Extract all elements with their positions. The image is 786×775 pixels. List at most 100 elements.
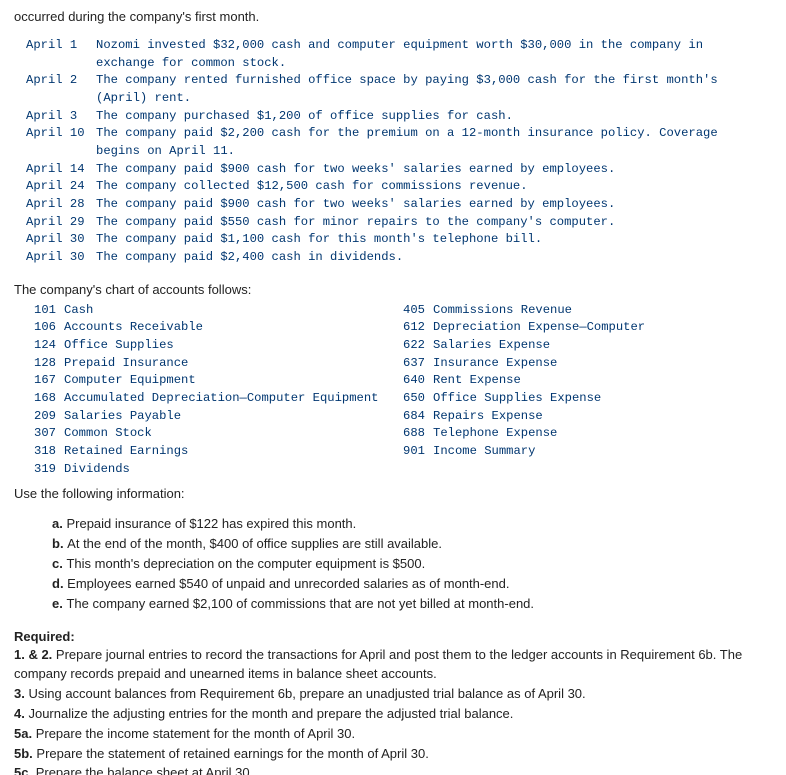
info-text: The company earned $2,100 of commissions… xyxy=(66,596,534,611)
req-text: Journalize the adjusting entries for the… xyxy=(28,706,513,721)
entry-date: April 3 xyxy=(26,108,96,126)
req-text: Prepare journal entries to record the tr… xyxy=(14,647,742,681)
coa-row: 901Income Summary xyxy=(395,443,764,461)
entry-desc: The company paid $900 cash for two weeks… xyxy=(96,196,764,214)
coa-name: Dividends xyxy=(64,461,130,479)
coa-number: 307 xyxy=(26,425,64,443)
req-label: 3. xyxy=(14,686,28,701)
coa-number: 124 xyxy=(26,337,64,355)
req-item: 5a. Prepare the income statement for the… xyxy=(14,725,764,744)
coa-number: 168 xyxy=(26,390,64,408)
info-label: a. xyxy=(52,516,66,531)
entry-row: April 28The company paid $900 cash for t… xyxy=(26,196,764,214)
req-item: 5b. Prepare the statement of retained ea… xyxy=(14,745,764,764)
required-list: 1. & 2. Prepare journal entries to recor… xyxy=(14,646,764,775)
info-label: b. xyxy=(52,536,67,551)
info-text: Prepaid insurance of $122 has expired th… xyxy=(66,516,356,531)
info-item: c. This month's depreciation on the comp… xyxy=(52,555,764,574)
req-label: 5c. xyxy=(14,765,36,775)
entry-date: April 28 xyxy=(26,196,96,214)
required-title: Required: xyxy=(14,628,764,647)
coa-number: 637 xyxy=(395,355,433,373)
entry-row: April 30The company paid $2,400 cash in … xyxy=(26,249,764,267)
coa-name: Prepaid Insurance xyxy=(64,355,188,373)
entry-row: April 14The company paid $900 cash for t… xyxy=(26,161,764,179)
entry-desc: The company rented furnished office spac… xyxy=(96,72,764,107)
coa-name: Accounts Receivable xyxy=(64,319,203,337)
intro-text: occurred during the company's first mont… xyxy=(14,8,764,27)
entry-date: April 30 xyxy=(26,249,96,267)
coa-name: Cash xyxy=(64,302,93,320)
coa-number: 640 xyxy=(395,372,433,390)
coa-number: 612 xyxy=(395,319,433,337)
coa-number: 405 xyxy=(395,302,433,320)
coa-row: 319Dividends xyxy=(26,461,395,479)
coa-row: 405Commissions Revenue xyxy=(395,302,764,320)
coa-name: Commissions Revenue xyxy=(433,302,572,320)
chart-of-accounts: 101Cash106Accounts Receivable124Office S… xyxy=(26,302,764,479)
req-label: 5a. xyxy=(14,726,36,741)
coa-name: Accumulated Depreciation—Computer Equipm… xyxy=(64,390,379,408)
entry-desc: Nozomi invested $32,000 cash and compute… xyxy=(96,37,764,72)
req-item: 4. Journalize the adjusting entries for … xyxy=(14,705,764,724)
coa-row: 209Salaries Payable xyxy=(26,408,395,426)
coa-row: 124Office Supplies xyxy=(26,337,395,355)
entry-row: April 10The company paid $2,200 cash for… xyxy=(26,125,764,160)
coa-title: The company's chart of accounts follows: xyxy=(14,281,764,300)
coa-name: Office Supplies xyxy=(64,337,174,355)
coa-number: 106 xyxy=(26,319,64,337)
entry-desc: The company purchased $1,200 of office s… xyxy=(96,108,764,126)
coa-name: Repairs Expense xyxy=(433,408,543,426)
coa-number: 688 xyxy=(395,425,433,443)
coa-row: 101Cash xyxy=(26,302,395,320)
coa-row: 168Accumulated Depreciation—Computer Equ… xyxy=(26,390,395,408)
info-item: b. At the end of the month, $400 of offi… xyxy=(52,535,764,554)
coa-left-column: 101Cash106Accounts Receivable124Office S… xyxy=(26,302,395,479)
entry-desc: The company collected $12,500 cash for c… xyxy=(96,178,764,196)
coa-number: 318 xyxy=(26,443,64,461)
entry-row: April 3The company purchased $1,200 of o… xyxy=(26,108,764,126)
coa-name: Salaries Expense xyxy=(433,337,550,355)
coa-row: 688Telephone Expense xyxy=(395,425,764,443)
coa-number: 319 xyxy=(26,461,64,479)
req-text: Prepare the income statement for the mon… xyxy=(36,726,355,741)
info-text: Employees earned $540 of unpaid and unre… xyxy=(67,576,509,591)
coa-number: 622 xyxy=(395,337,433,355)
coa-row: 684Repairs Expense xyxy=(395,408,764,426)
coa-row: 612Depreciation Expense—Computer xyxy=(395,319,764,337)
req-label: 5b. xyxy=(14,746,36,761)
coa-name: Computer Equipment xyxy=(64,372,196,390)
info-list: a. Prepaid insurance of $122 has expired… xyxy=(52,515,764,613)
entry-desc: The company paid $1,100 cash for this mo… xyxy=(96,231,764,249)
entry-date: April 30 xyxy=(26,231,96,249)
journal-entries: April 1Nozomi invested $32,000 cash and … xyxy=(26,37,764,267)
req-item: 3. Using account balances from Requireme… xyxy=(14,685,764,704)
coa-row: 128Prepaid Insurance xyxy=(26,355,395,373)
entry-row: April 1Nozomi invested $32,000 cash and … xyxy=(26,37,764,72)
coa-name: Depreciation Expense—Computer xyxy=(433,319,645,337)
entry-desc: The company paid $2,400 cash in dividend… xyxy=(96,249,764,267)
coa-row: 650Office Supplies Expense xyxy=(395,390,764,408)
coa-right-column: 405Commissions Revenue612Depreciation Ex… xyxy=(395,302,764,479)
info-item: d. Employees earned $540 of unpaid and u… xyxy=(52,575,764,594)
info-item: a. Prepaid insurance of $122 has expired… xyxy=(52,515,764,534)
req-text: Prepare the balance sheet at April 30. xyxy=(36,765,254,775)
entry-desc: The company paid $2,200 cash for the pre… xyxy=(96,125,764,160)
coa-row: 167Computer Equipment xyxy=(26,372,395,390)
coa-name: Telephone Expense xyxy=(433,425,557,443)
info-label: d. xyxy=(52,576,67,591)
coa-number: 128 xyxy=(26,355,64,373)
coa-row: 318Retained Earnings xyxy=(26,443,395,461)
req-text: Prepare the statement of retained earnin… xyxy=(36,746,428,761)
entry-row: April 2The company rented furnished offi… xyxy=(26,72,764,107)
entry-row: April 29The company paid $550 cash for m… xyxy=(26,214,764,232)
coa-name: Salaries Payable xyxy=(64,408,181,426)
info-text: At the end of the month, $400 of office … xyxy=(67,536,442,551)
entry-desc: The company paid $550 cash for minor rep… xyxy=(96,214,764,232)
document-scroll-area[interactable]: occurred during the company's first mont… xyxy=(0,0,786,775)
entry-row: April 24The company collected $12,500 ca… xyxy=(26,178,764,196)
coa-number: 101 xyxy=(26,302,64,320)
coa-number: 650 xyxy=(395,390,433,408)
req-item: 5c. Prepare the balance sheet at April 3… xyxy=(14,764,764,775)
entry-date: April 29 xyxy=(26,214,96,232)
